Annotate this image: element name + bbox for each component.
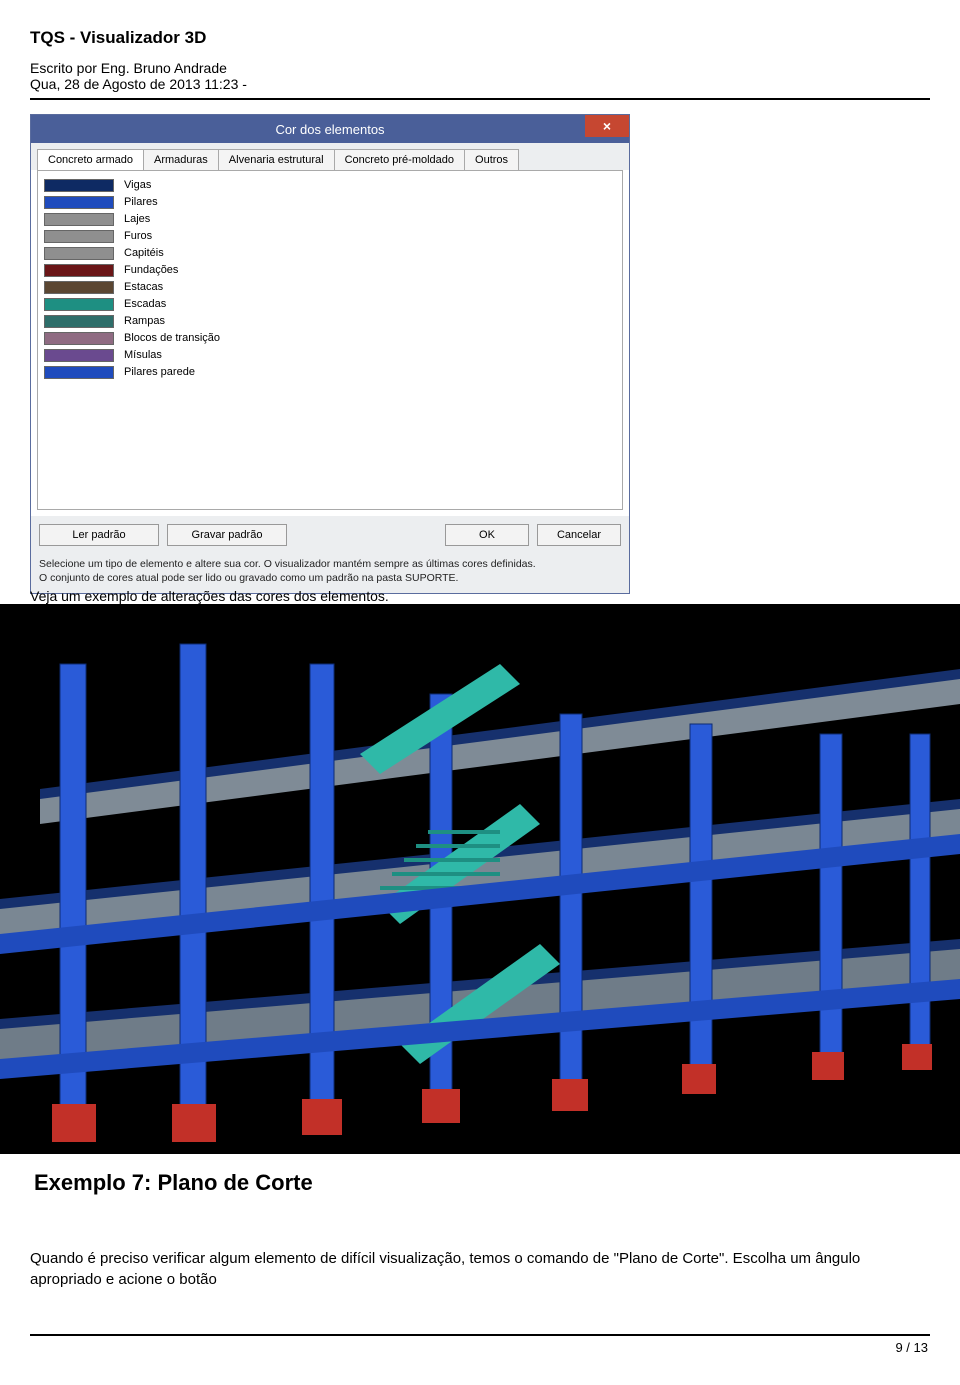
color-label: Blocos de transição <box>124 332 220 344</box>
viewer-3d-image <box>0 604 960 1154</box>
color-row[interactable]: Lajes <box>44 211 616 227</box>
color-swatch[interactable] <box>44 366 114 379</box>
caption-text: Veja um exemplo de alterações das cores … <box>30 588 930 604</box>
color-label: Lajes <box>124 213 150 225</box>
tab-label: Concreto armado <box>48 154 133 166</box>
hint-line: Selecione um tipo de elemento e altere s… <box>39 558 621 572</box>
dialog-button-row: Ler padrão Gravar padrão OK Cancelar <box>31 516 629 554</box>
button-label: OK <box>479 529 495 541</box>
hint-line: O conjunto de cores atual pode ser lido … <box>39 572 621 586</box>
tab-concreto-premoldado[interactable]: Concreto pré-moldado <box>334 149 465 170</box>
ler-padrao-button[interactable]: Ler padrão <box>39 524 159 546</box>
color-swatch[interactable] <box>44 349 114 362</box>
tab-outros[interactable]: Outros <box>464 149 519 170</box>
close-icon: × <box>603 118 611 134</box>
color-label: Vigas <box>124 179 151 191</box>
color-dialog: Cor dos elementos × Concreto armado Arma… <box>30 114 630 594</box>
color-label: Estacas <box>124 281 163 293</box>
color-row[interactable]: Blocos de transição <box>44 330 616 346</box>
color-row[interactable]: Mísulas <box>44 347 616 363</box>
close-button[interactable]: × <box>585 115 629 137</box>
button-label: Cancelar <box>557 529 601 541</box>
color-row[interactable]: Fundações <box>44 262 616 278</box>
tab-concreto-armado[interactable]: Concreto armado <box>37 149 144 170</box>
cancelar-button[interactable]: Cancelar <box>537 524 621 546</box>
color-label: Pilares parede <box>124 366 195 378</box>
color-row[interactable]: Furos <box>44 228 616 244</box>
body-paragraph: Quando é preciso verificar algum element… <box>30 1248 930 1290</box>
tab-strip: Concreto armado Armaduras Alvenaria estr… <box>31 143 629 170</box>
color-label: Furos <box>124 230 152 242</box>
tab-panel: Vigas Pilares Lajes Furos Capitéis Funda… <box>37 170 623 510</box>
color-row[interactable]: Rampas <box>44 313 616 329</box>
color-row[interactable]: Pilares <box>44 194 616 210</box>
color-label: Rampas <box>124 315 165 327</box>
tab-label: Concreto pré-moldado <box>345 154 454 166</box>
gravar-padrao-button[interactable]: Gravar padrão <box>167 524 287 546</box>
button-label: Ler padrão <box>72 529 125 541</box>
color-swatch[interactable] <box>44 315 114 328</box>
color-swatch[interactable] <box>44 213 114 226</box>
color-swatch[interactable] <box>44 281 114 294</box>
section-title: Exemplo 7: Plano de Corte <box>34 1170 930 1196</box>
color-list: Vigas Pilares Lajes Furos Capitéis Funda… <box>44 177 616 380</box>
page-number: 9 / 13 <box>30 1336 930 1355</box>
color-row[interactable]: Pilares parede <box>44 364 616 380</box>
ok-button[interactable]: OK <box>445 524 529 546</box>
color-label: Escadas <box>124 298 166 310</box>
doc-author: Escrito por Eng. Bruno Andrade <box>30 60 930 76</box>
color-swatch[interactable] <box>44 179 114 192</box>
color-swatch[interactable] <box>44 264 114 277</box>
tab-armaduras[interactable]: Armaduras <box>143 149 219 170</box>
header-divider <box>30 98 930 100</box>
color-row[interactable]: Estacas <box>44 279 616 295</box>
color-row[interactable]: Capitéis <box>44 245 616 261</box>
color-swatch[interactable] <box>44 332 114 345</box>
color-label: Fundações <box>124 264 178 276</box>
doc-title: TQS - Visualizador 3D <box>30 28 930 48</box>
color-label: Mísulas <box>124 349 162 361</box>
color-swatch[interactable] <box>44 298 114 311</box>
tab-label: Alvenaria estrutural <box>229 154 324 166</box>
tab-alvenaria[interactable]: Alvenaria estrutural <box>218 149 335 170</box>
color-swatch[interactable] <box>44 247 114 260</box>
color-swatch[interactable] <box>44 230 114 243</box>
color-row[interactable]: Escadas <box>44 296 616 312</box>
tab-label: Outros <box>475 154 508 166</box>
color-label: Pilares <box>124 196 158 208</box>
button-label: Gravar padrão <box>192 529 263 541</box>
dialog-titlebar: Cor dos elementos × <box>31 115 629 143</box>
tab-label: Armaduras <box>154 154 208 166</box>
color-row[interactable]: Vigas <box>44 177 616 193</box>
color-label: Capitéis <box>124 247 164 259</box>
doc-date: Qua, 28 de Agosto de 2013 11:23 - <box>30 76 930 92</box>
dialog-title: Cor dos elementos <box>275 122 384 137</box>
color-swatch[interactable] <box>44 196 114 209</box>
